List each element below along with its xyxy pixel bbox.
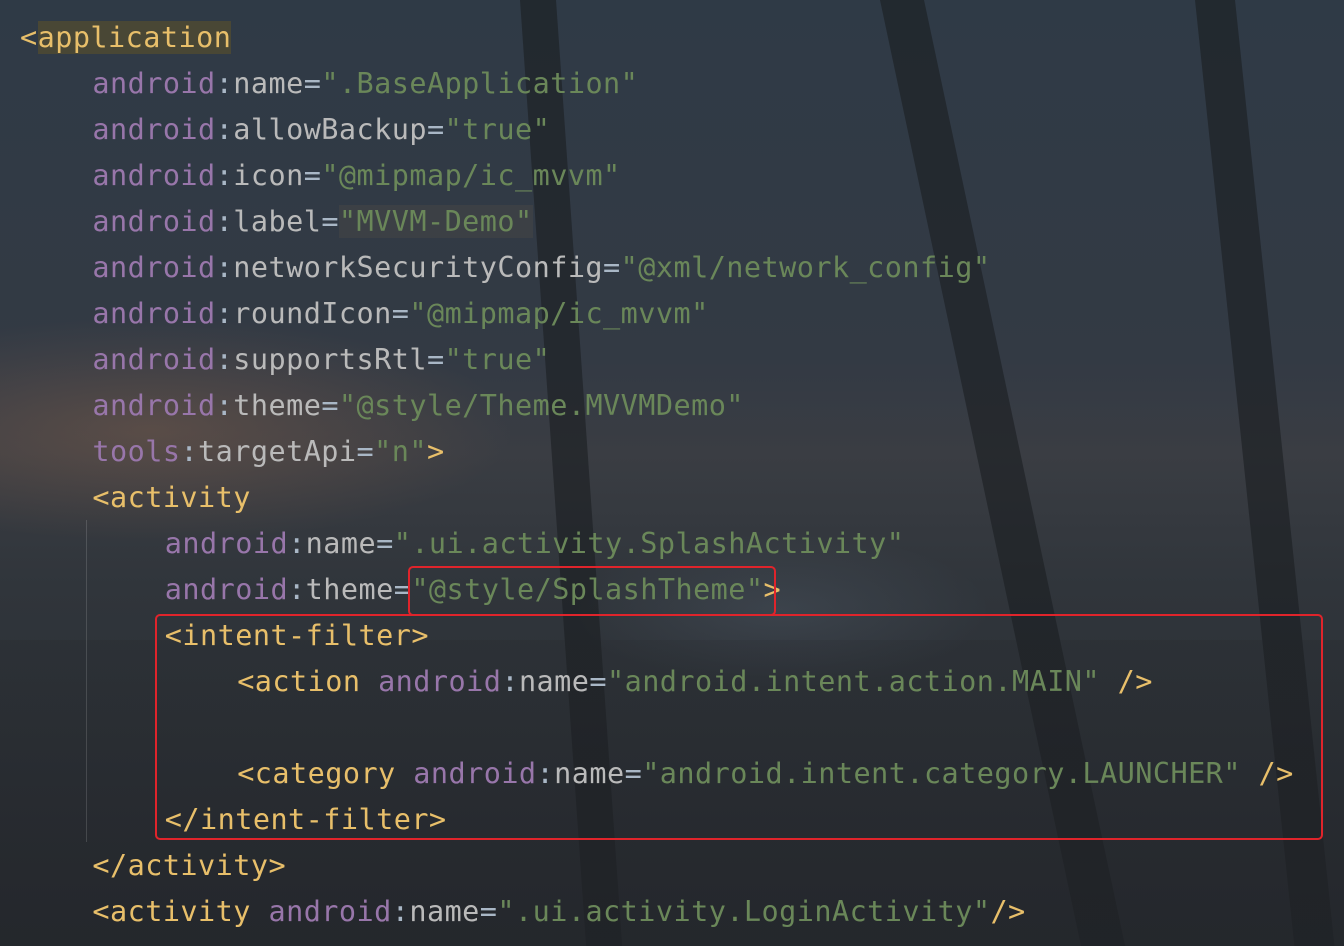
annotation-box-splash-theme [408,566,776,616]
code-token-attr: theme [233,389,322,422]
code-line[interactable]: android:icon="@mipmap/ic_mvvm" [0,153,1344,199]
annotation-box-intent-filter [155,614,1323,840]
code-token-val: "true" [444,113,551,146]
code-token-val: "n" [374,435,427,468]
code-token-attr: networkSecurityConfig [233,251,604,284]
code-line[interactable]: android:name=".BaseApplication" [0,61,1344,107]
code-token-attr: roundIcon [233,297,392,330]
code-token-attr: allowBackup [233,113,427,146]
code-line[interactable]: android:name=".ui.activity.SplashActivit… [0,521,1344,567]
code-token-attr: icon [233,159,304,192]
code-token-eq: = [479,895,498,928]
code-token-val: "@style/Theme.MVVMDemo" [338,389,744,422]
code-token-val: ".ui.activity.SplashActivity" [393,527,905,560]
code-token-eq: = [376,527,394,560]
code-token-eq: : [215,297,234,330]
code-token-eq: : [215,159,234,192]
code-token-eq: = [321,389,339,422]
code-token-eq: : [288,573,306,606]
code-token-eq: = [303,159,322,192]
code-line[interactable]: android:supportsRtl="true" [0,337,1344,383]
code-token-attr: targetApi [198,435,357,468]
code-token-ns: android [92,67,216,100]
code-token-tag: /> [990,895,1026,928]
code-token-tag: <activity [92,895,269,928]
code-token-val: ".BaseApplication" [321,67,639,100]
code-token-eq: = [391,297,410,330]
code-token-ns: android [92,251,216,284]
code-token-attr: supportsRtl [233,343,427,376]
code-line[interactable]: android:roundIcon="@mipmap/ic_mvvm" [0,291,1344,337]
code-line[interactable]: <activity android:name=".ui.activity.Log… [0,889,1344,935]
code-line[interactable]: android:label="MVVM-Demo" [0,199,1344,245]
code-line[interactable]: </activity> [0,843,1344,889]
code-token-eq: : [180,435,199,468]
code-token-eq: = [303,67,322,100]
code-token-val: "@xml/network_config" [620,251,991,284]
code-token-val: "MVVM-Demo" [338,205,533,238]
code-token-eq: : [391,895,410,928]
code-token-val: "@mipmap/ic_mvvm" [409,297,709,330]
code-token-tag: > [426,435,445,468]
code-token-ns: tools [92,435,181,468]
code-line[interactable]: <activity [0,475,1344,521]
code-token-ns: android [92,297,216,330]
code-token-attr: name [305,527,377,560]
code-token-ns: android [92,159,216,192]
code-token-eq: = [356,435,375,468]
code-token-tag: </activity> [92,849,287,882]
code-token-eq: : [215,251,234,284]
code-token-ns: android [268,895,392,928]
code-line[interactable]: tools:targetApi="n"> [0,429,1344,475]
code-line[interactable]: <application [0,15,1344,61]
code-token-attr: theme [305,573,394,606]
code-token-eq: = [603,251,621,284]
code-line[interactable]: android:networkSecurityConfig="@xml/netw… [0,245,1344,291]
code-token-eq: : [215,113,234,146]
code-token-tag: <activity [92,481,251,514]
code-token-eq: : [215,343,234,376]
code-token-eq: = [426,343,445,376]
code-line[interactable]: android:theme="@style/Theme.MVVMDemo" [0,383,1344,429]
code-token-val: "@mipmap/ic_mvvm" [321,159,621,192]
code-token-eq: = [321,205,339,238]
code-token-ns: android [92,389,216,422]
code-token-val: "true" [444,343,551,376]
code-token-eq: : [215,67,234,100]
code-token-ns: android [92,205,216,238]
code-token-eq: : [215,389,234,422]
code-token-attr: name [409,895,480,928]
code-token-ns: android [92,113,216,146]
code-token-ns: android [164,573,289,606]
code-token-ns: android [164,527,289,560]
code-token-eq: : [215,205,234,238]
code-token-eq: = [426,113,445,146]
code-line[interactable]: android:allowBackup="true" [0,107,1344,153]
code-token-tag: application [37,21,232,54]
code-token-tag: < [20,21,38,54]
code-token-ns: android [92,343,216,376]
code-token-attr: name [233,67,304,100]
code-token-attr: label [233,205,322,238]
code-token-val: ".ui.activity.LoginActivity" [497,895,991,928]
code-token-eq: : [288,527,306,560]
